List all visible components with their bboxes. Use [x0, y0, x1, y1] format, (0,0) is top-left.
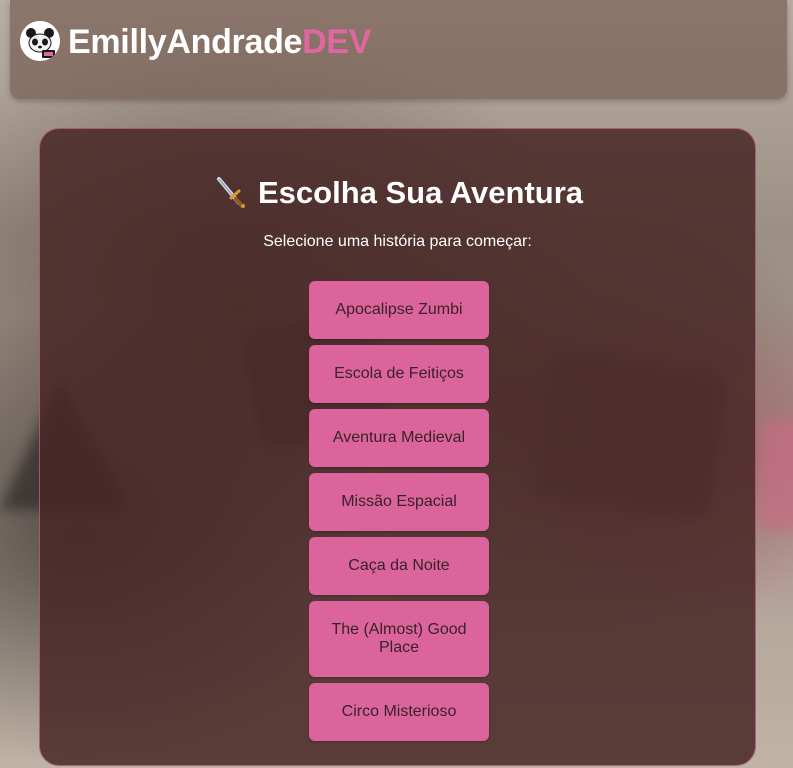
panda-icon[interactable]: [20, 21, 60, 61]
adventure-panel: Escolha Sua Aventura Selecione uma histó…: [39, 128, 756, 766]
story-button-aventura-medieval[interactable]: Aventura Medieval: [309, 409, 489, 467]
story-button-caca-da-noite[interactable]: Caça da Noite: [309, 537, 489, 595]
story-button-circo-misterioso[interactable]: Circo Misterioso: [309, 683, 489, 741]
page-title-text: Escolha Sua Aventura: [257, 175, 584, 210]
story-button-missao-espacial[interactable]: Missão Espacial: [309, 473, 489, 531]
site-header: EmillyAndradeDEV: [10, 0, 787, 99]
brand-accent-text: DEV: [302, 23, 372, 61]
story-button-almost-good-place[interactable]: The (Almost) Good Place: [309, 601, 489, 677]
brand-main-text: EmillyAndrade: [68, 23, 303, 61]
story-options-list: Apocalipse Zumbi Escola de Feitiços Aven…: [309, 281, 489, 747]
sword-icon: [212, 174, 246, 208]
story-button-apocalipse-zumbi[interactable]: Apocalipse Zumbi: [309, 281, 489, 339]
subtitle: Selecione uma história para começar:: [263, 233, 532, 250]
brand-title[interactable]: EmillyAndradeDEV: [68, 22, 371, 62]
background-die-shape: [760, 420, 793, 530]
story-button-escola-de-feiticos[interactable]: Escola de Feitiços: [309, 345, 489, 403]
page-title: Escolha Sua Aventura: [40, 173, 755, 213]
